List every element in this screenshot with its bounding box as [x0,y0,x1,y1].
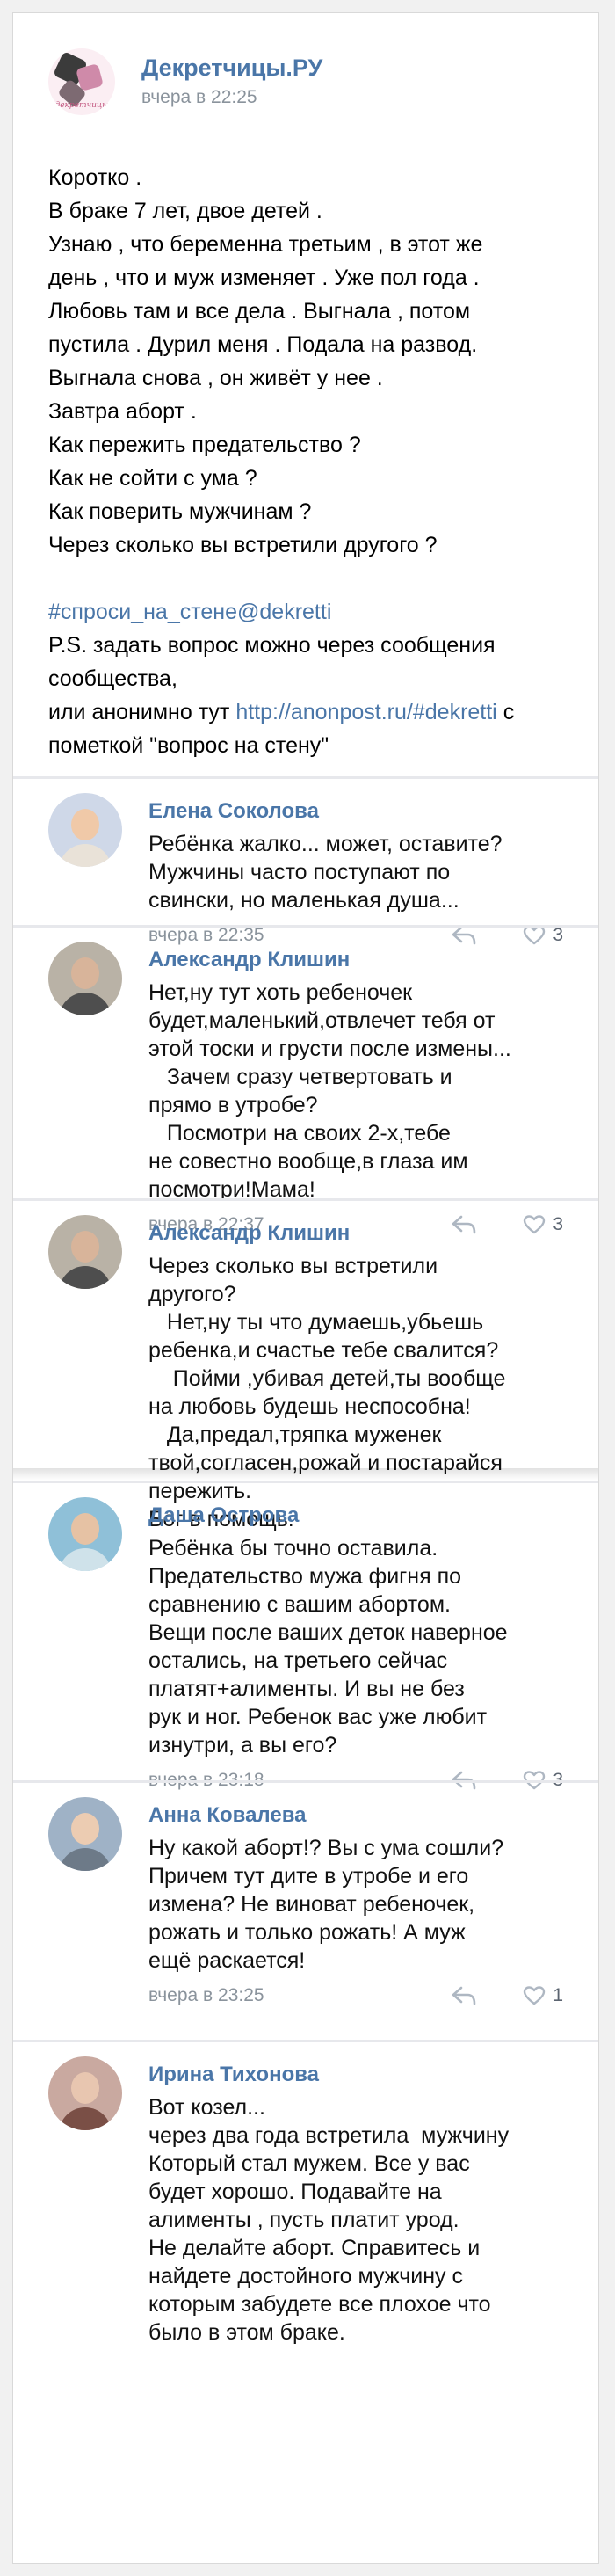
commenter-name[interactable]: Даша Острова [148,1503,563,1529]
ps-line: P.S. задать вопрос можно через сообщения [48,633,496,658]
comment-line: на любовь будешь неспособна! [148,1394,471,1419]
comment-line: Нет,ну ты что думаешь,убьешь [148,1310,484,1335]
heart-icon [524,1986,546,2005]
post-line: Через сколько вы встретили другого ? [48,533,438,557]
like-button[interactable]: 1 [523,1985,563,2006]
comment: Александр Клишин Через сколько вы встрети… [13,1198,598,1532]
comment-text: Вот козел... через два года встретила муж… [148,2093,563,2347]
like-count: 1 [553,1985,563,2005]
comment-line: Причем тут дите в утробе и его [148,1864,469,1888]
comments-list: Елена Соколова Ребёнка жалко... может, ос… [13,776,598,2345]
post-line: Коротко . [48,165,142,190]
comment-line: не совестно вообще,в глаза им [148,1149,468,1174]
comment-line: Вот козел... [148,2095,265,2120]
commenter-avatar[interactable] [48,1797,122,1871]
comment-text: Нет,ну тут хоть ребеночек будет,маленький… [148,979,563,1204]
post-line: Как поверить мужчинам ? [48,499,312,524]
comment-line: Предательство мужа фигня по [148,1564,462,1589]
comment-line: Который стал мужем. Все у вас [148,2151,470,2176]
comment-line: было в этом браке. [148,2320,345,2345]
comment-text: Ну какой аборт!? Вы с ума сошли? Причем т… [148,1834,563,1975]
commenter-avatar[interactable] [48,942,122,1015]
comment-line: Не делайте аборт. Справитесь и [148,2236,481,2260]
post-header: декретчицы Декретчицы.РУ вчера в 22:25 [48,38,563,126]
comment-line: Зачем сразу четвертовать и [148,1065,452,1089]
comment-line: которым забудете все плохое что [148,2292,491,2317]
comment-line: будет,маленький,отвлечет тебя от [148,1008,496,1033]
commenter-avatar[interactable] [48,1497,122,1571]
ps-line: или анонимно тут [48,700,236,724]
comment: Елена Соколова Ребёнка жалко... может, ос… [13,776,598,945]
comment-line: ребенка,и счастье тебе свалится? [148,1338,499,1363]
post-text: Коротко . В браке 7 лет, двое детей . Уз… [48,161,563,762]
commenter-avatar[interactable] [48,1215,122,1289]
comment: Ирина Тихонова Вот козел... через два года… [13,2040,598,2345]
commenter-avatar[interactable] [48,793,122,867]
post-line: Выгнала снова , он живёт у нее . [48,366,383,390]
comment-line: платят+алименты. И вы не без [148,1677,465,1701]
post-line: Как пережить предательство ? [48,433,361,457]
commenter-name[interactable]: Александр Клишин [148,947,563,973]
comment-line: ещё раскается! [148,1948,306,1973]
commenter-name[interactable]: Анна Ковалева [148,1802,563,1829]
comment-line: твой,согласен,рожай и постарайся [148,1451,503,1475]
comment-footer: вчера в 23:25 1 [148,1978,563,2013]
post-line: пустила . Дурил меня . Подала на развод. [48,332,478,357]
comment-line: остались, на третьего сейчас [148,1648,448,1673]
comment-line: свински, но маленькая душа... [148,888,459,913]
comment-line: будет хорошо. Подавайте на [148,2179,442,2204]
comment-line: другого? [148,1282,236,1306]
comment: Даша Острова Ребёнка бы точно оставила. Пр… [13,1481,598,1790]
community-avatar[interactable]: декретчицы [48,48,115,115]
comment-line: Ребёнка жалко... может, оставите? [148,832,503,856]
comment-line: рожать и только рожать! А муж [148,1920,466,1945]
comment-line: измена? Не виноват ребеночек, [148,1892,475,1917]
post-line: Любовь там и все дела . Выгнала , потом [48,299,471,324]
post: декретчицы Декретчицы.РУ вчера в 22:25 К… [13,13,598,776]
anonpost-link[interactable]: http://anonpost.ru/#dekretti [235,700,496,724]
comment-line: рук и ног. Ребенок вас уже любит [148,1705,488,1729]
community-name[interactable]: Декретчицы.РУ [141,53,322,83]
comment-line: Ну какой аборт!? Вы с ума сошли? [148,1836,504,1860]
comment-line: Да,предал,тряпка муженек [148,1423,442,1447]
comment-line: алименты , пусть платит урод. [148,2208,459,2232]
comment-text: Ребёнка бы точно оставила. Предательство … [148,1534,563,1759]
comment-time[interactable]: вчера в 23:25 [148,1985,451,2006]
post-line: Как не сойти с ума ? [48,466,257,491]
comment-line: найдете достойного мужчину с [148,2264,463,2289]
post-line: В браке 7 лет, двое детей . [48,199,322,223]
hashtag-link[interactable]: #спроси_на_стене@dekretti [48,595,563,629]
commenter-name[interactable]: Ирина Тихонова [148,2062,563,2088]
comment-line: Мужчины часто поступают по [148,860,451,884]
comment-line: Вещи после ваших деток наверное [148,1620,508,1645]
commenter-name[interactable]: Александр Клишин [148,1220,563,1247]
post-card: декретчицы Декретчицы.РУ вчера в 22:25 К… [12,12,599,2564]
comment-line: прямо в утробе? [148,1093,318,1117]
community-logo-text: декретчицы [54,101,109,110]
comment-line: Пойми ,убивая детей,ты вообще [148,1366,506,1391]
post-line: Завтра аборт . [48,399,197,424]
comment-line: этой тоски и грусти после измены... [148,1037,511,1061]
commenter-name[interactable]: Елена Соколова [148,798,563,825]
comment: Александр Клишин Нет,ну тут хоть ребеноче… [13,925,598,1234]
post-line: день , что и муж изменяет . Уже пол года… [48,266,480,290]
post-time[interactable]: вчера в 22:25 [141,84,322,111]
ps-line: с [496,700,515,724]
comment-line: изнутри, а вы его? [148,1733,337,1757]
reply-arrow-icon[interactable] [451,1985,477,2006]
comment-line: Через сколько вы встретили [148,1254,438,1278]
comment-line: Нет,ну тут хоть ребеночек [148,980,413,1005]
comment-line: Посмотри на своих 2-х,тебе [148,1121,451,1146]
comment-line: сравнению с вашим абортом. [148,1592,451,1617]
post-line: Узнаю , что беременна третьим , в этот ж… [48,232,483,257]
commenter-avatar[interactable] [48,2056,122,2130]
ps-line: сообщества, [48,666,177,691]
ps-line: пометкой "вопрос на стену" [48,733,329,758]
comment: Анна Ковалева Ну какой аборт!? Вы с ума с… [13,1780,598,2040]
comment-line: через два года встретила мужчину [148,2123,510,2148]
comment-text: Ребёнка жалко... может, оставите? Мужчины… [148,830,563,914]
comment-line: Ребёнка бы точно оставила. [148,1536,438,1561]
